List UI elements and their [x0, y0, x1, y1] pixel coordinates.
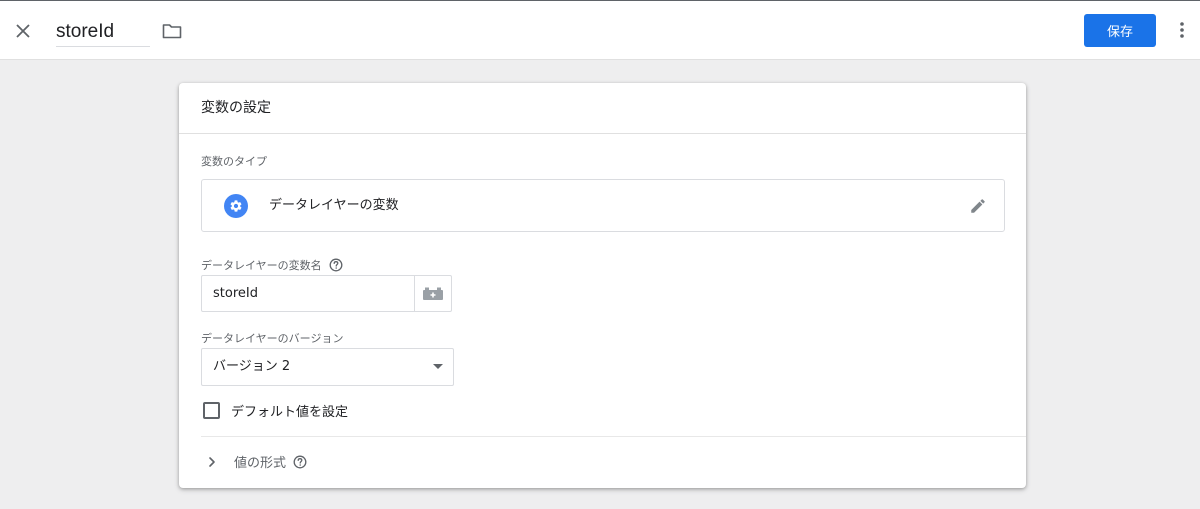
- datalayer-name-input-group: [201, 275, 452, 312]
- datalayer-name-label: データレイヤーの変数名: [201, 259, 322, 272]
- variable-name-field[interactable]: storeId: [56, 15, 150, 47]
- variable-picker-icon[interactable]: [414, 276, 451, 311]
- value-format-expander[interactable]: 値の形式: [205, 452, 307, 471]
- variable-type-label: 変数のタイプ: [201, 155, 267, 168]
- default-value-checkbox[interactable]: [203, 402, 220, 419]
- default-value-checkbox-label: デフォルト値を設定: [231, 405, 349, 420]
- close-icon[interactable]: [10, 18, 36, 44]
- datalayer-name-input[interactable]: [202, 276, 415, 311]
- card-title: 変数の設定: [179, 83, 1026, 134]
- folder-icon[interactable]: [160, 19, 184, 43]
- default-value-checkbox-row[interactable]: デフォルト値を設定: [203, 401, 348, 420]
- variable-type-selector[interactable]: データレイヤーの変数: [201, 179, 1005, 232]
- datalayer-version-label: データレイヤーのバージョン: [201, 332, 344, 345]
- section-divider: [201, 436, 1026, 437]
- chevron-right-icon: [205, 455, 219, 469]
- more-vert-icon[interactable]: [1170, 18, 1194, 42]
- value-format-label: 値の形式: [234, 456, 287, 471]
- save-button[interactable]: 保存: [1084, 14, 1156, 47]
- help-icon[interactable]: [293, 455, 307, 469]
- variable-name-text: storeId: [56, 21, 115, 42]
- datalayer-name-label-row: データレイヤーの変数名: [201, 257, 343, 273]
- dropdown-arrow-icon: [433, 364, 443, 369]
- gear-icon: [224, 194, 248, 218]
- datalayer-version-value: バージョン 2: [213, 359, 291, 374]
- pencil-icon[interactable]: [966, 194, 990, 218]
- variable-type-name: データレイヤーの変数: [269, 198, 399, 213]
- help-icon[interactable]: [329, 258, 343, 272]
- variable-config-card: 変数の設定 変数のタイプ データレイヤーの変数 データレイヤーの変数名 データレ…: [179, 83, 1026, 488]
- datalayer-version-select[interactable]: バージョン 2: [201, 348, 454, 386]
- top-bar: storeId 保存: [0, 0, 1200, 60]
